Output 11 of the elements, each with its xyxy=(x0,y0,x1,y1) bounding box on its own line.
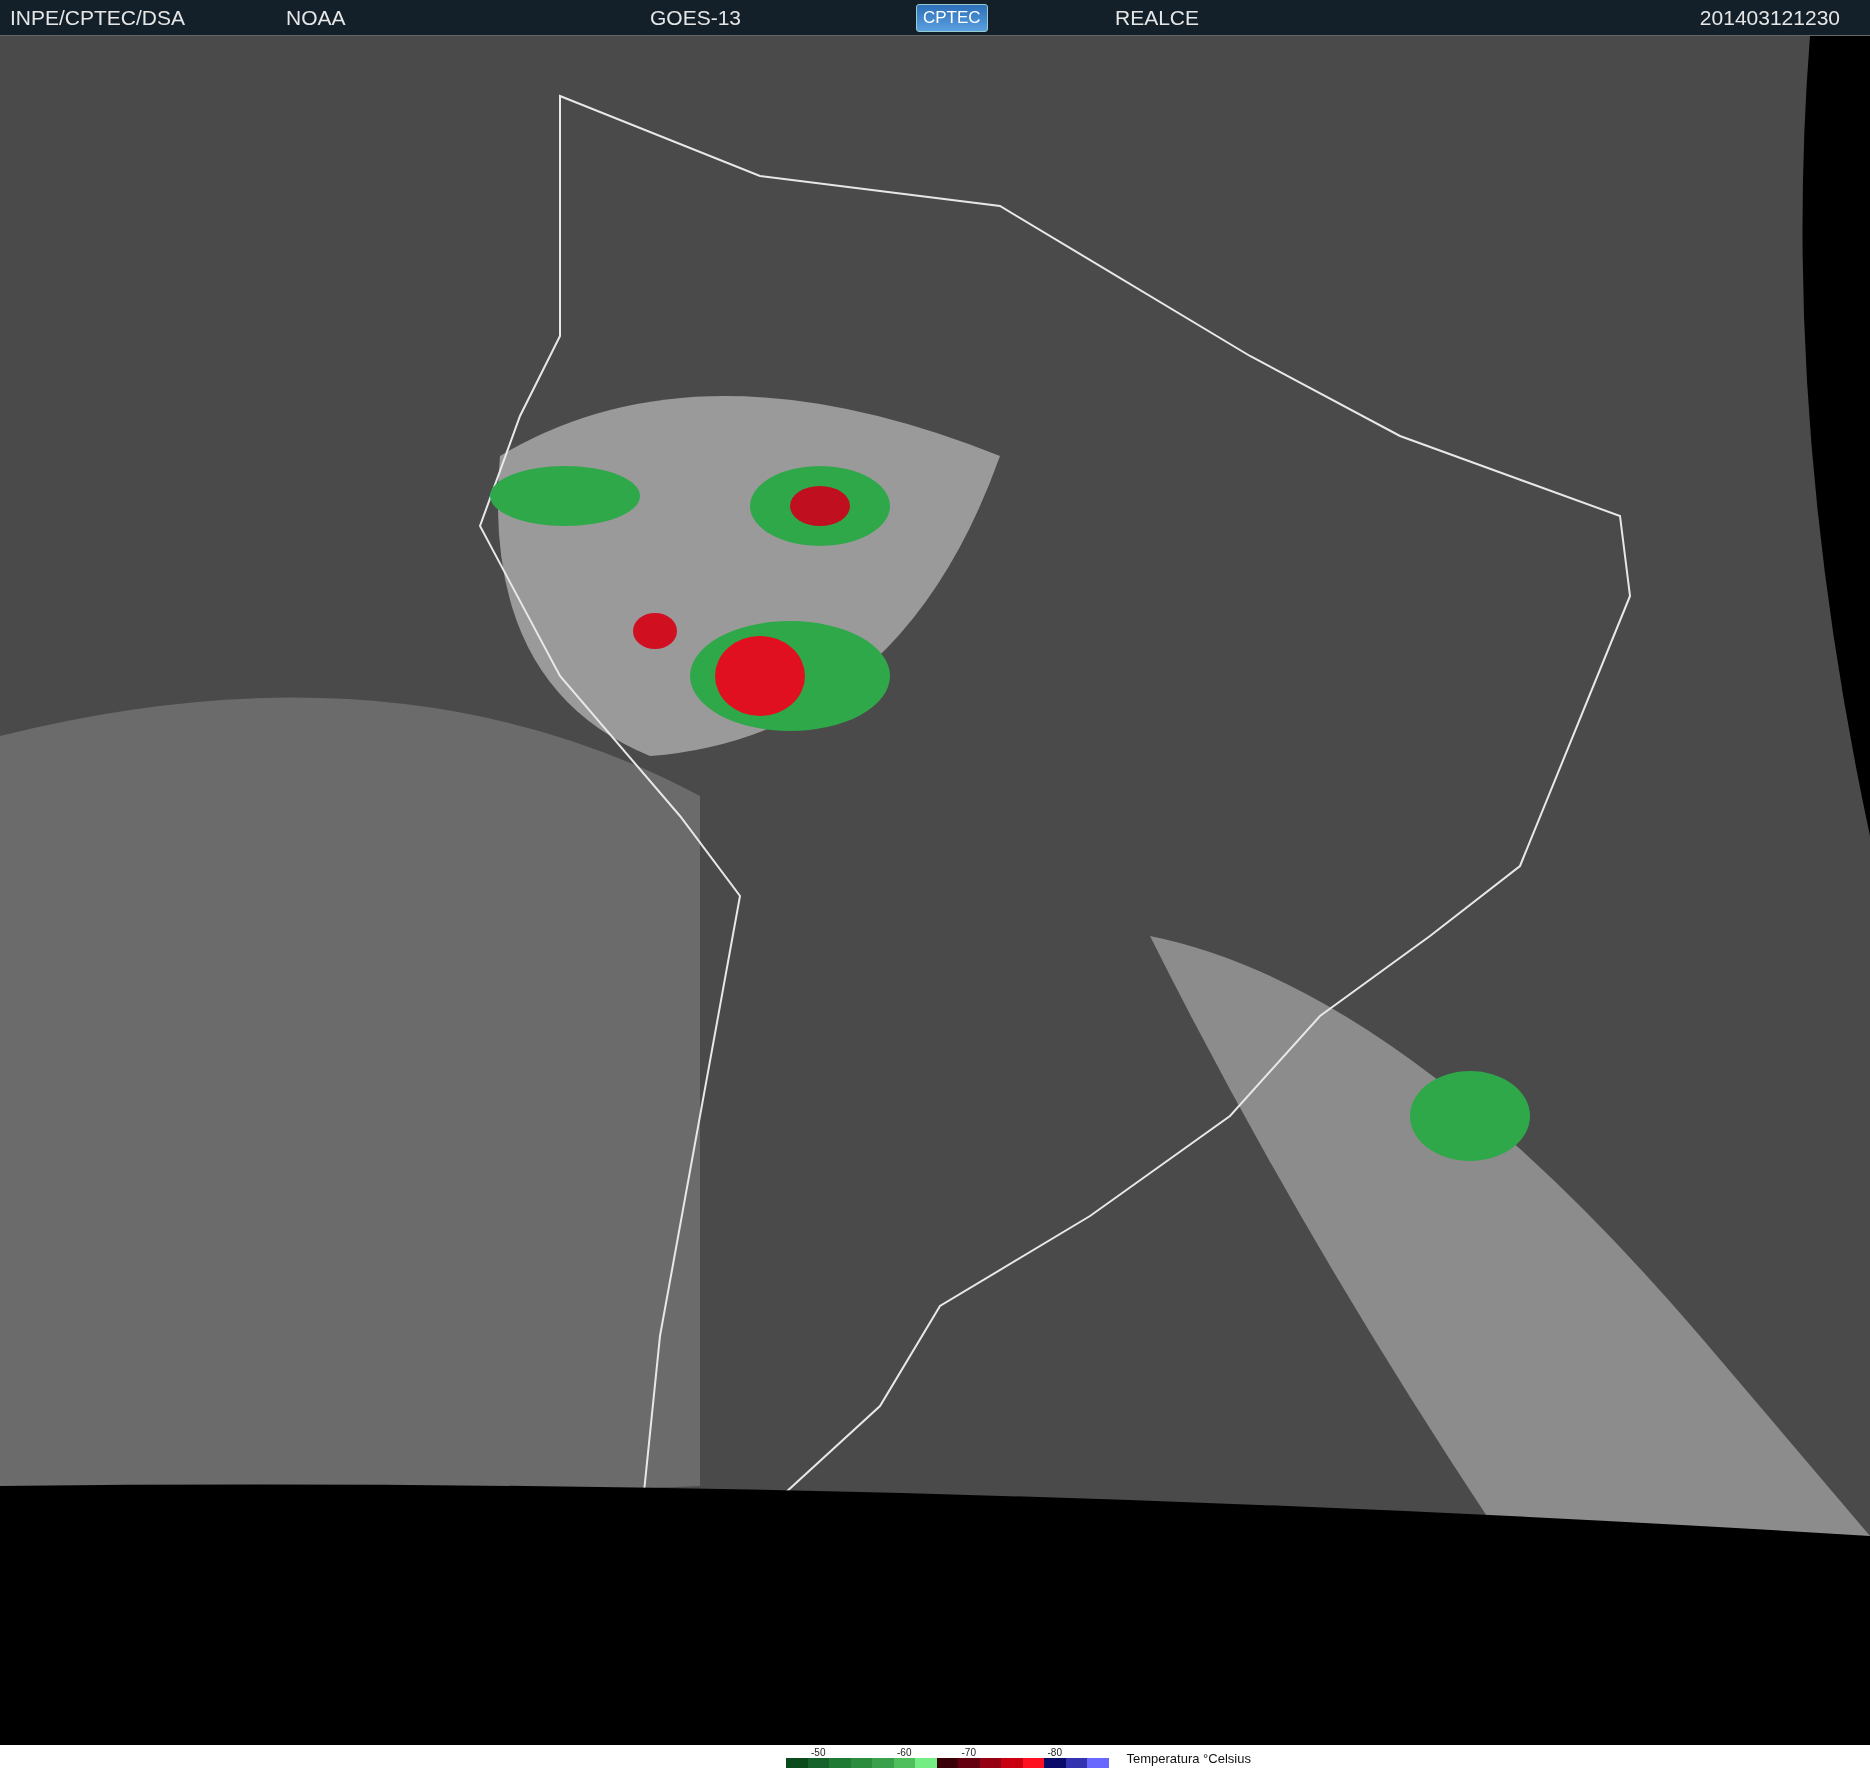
tick-label: -50 xyxy=(811,1747,826,1758)
satellite-label: GOES-13 xyxy=(650,5,742,30)
logo: CPTEC xyxy=(916,3,988,32)
tick-label: -70 xyxy=(961,1747,976,1758)
source-label: INPE/CPTEC/DSA xyxy=(10,5,186,30)
tick-label: -60 xyxy=(897,1747,912,1758)
product-label: REALCE xyxy=(1115,5,1200,30)
legend-title: Temperatura °Celsius xyxy=(1126,1751,1251,1766)
agency-label: NOAA xyxy=(286,5,346,30)
tick-label: -80 xyxy=(1047,1747,1062,1758)
timestamp: 201403121230 xyxy=(1699,5,1840,30)
